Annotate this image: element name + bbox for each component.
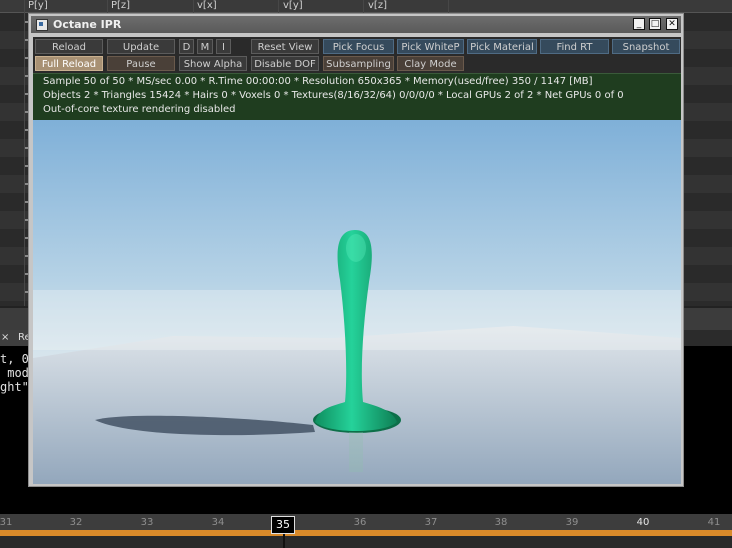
full-reload-button[interactable]: Full Reload xyxy=(35,56,103,71)
console-line: mod xyxy=(0,366,29,380)
i-button[interactable]: I xyxy=(216,39,231,54)
render-status-panel: Sample 50 of 50 * MS/sec 0.00 * R.Time 0… xyxy=(33,73,681,121)
pick-whitep-button[interactable]: Pick WhiteP xyxy=(397,39,464,54)
frame-label: 36 xyxy=(353,517,367,528)
current-frame-indicator[interactable]: 35 xyxy=(271,516,295,534)
find-rt-button[interactable]: Find RT xyxy=(540,39,609,54)
timeline-cursor[interactable] xyxy=(283,534,285,548)
column-header-py[interactable]: P[y] xyxy=(28,0,48,11)
window-title: Octane IPR xyxy=(53,18,122,31)
app-icon xyxy=(36,19,48,31)
reset-view-button[interactable]: Reset View xyxy=(251,39,319,54)
column-header-vy[interactable]: v[y] xyxy=(283,0,303,11)
status-line-objects: Objects 2 * Triangles 15424 * Hairs 0 * … xyxy=(43,90,624,101)
maximize-icon[interactable]: □ xyxy=(649,18,661,30)
frame-label: 31 xyxy=(0,517,13,528)
render-image xyxy=(33,120,681,484)
timeline[interactable]: 31 32 33 34 36 37 38 39 40 41 35 xyxy=(0,514,732,548)
close-icon[interactable]: ✕ xyxy=(666,18,678,30)
column-header-pz[interactable]: P[z] xyxy=(111,0,130,11)
subsampling-button[interactable]: Subsampling xyxy=(323,56,394,71)
d-button[interactable]: D xyxy=(179,39,194,54)
frame-label: 32 xyxy=(69,517,83,528)
column-header-vz[interactable]: v[z] xyxy=(368,0,387,11)
minimize-icon[interactable]: _ xyxy=(633,18,645,30)
show-alpha-button[interactable]: Show Alpha xyxy=(179,56,247,71)
window-titlebar[interactable]: Octane IPR _ □ ✕ xyxy=(31,16,681,33)
frame-label: 38 xyxy=(494,517,508,528)
clay-mode-button[interactable]: Clay Mode xyxy=(397,56,464,71)
render-viewport[interactable] xyxy=(33,120,681,484)
frame-label: 40 xyxy=(636,517,650,528)
status-line-texture: Out-of-core texture rendering disabled xyxy=(43,104,236,115)
console-line: ght" xyxy=(0,380,29,394)
column-header-vx[interactable]: v[x] xyxy=(197,0,217,11)
m-button[interactable]: M xyxy=(197,39,213,54)
pause-button[interactable]: Pause xyxy=(107,56,175,71)
timeline-range-bar[interactable] xyxy=(0,530,732,536)
status-line-sample: Sample 50 of 50 * MS/sec 0.00 * R.Time 0… xyxy=(43,76,593,87)
frame-label: 37 xyxy=(424,517,438,528)
update-button[interactable]: Update xyxy=(107,39,175,54)
frame-label: 41 xyxy=(707,517,721,528)
tab-close-icon[interactable]: × xyxy=(1,332,9,343)
octane-ipr-window: Octane IPR _ □ ✕ Reload Update D M I Res… xyxy=(28,13,684,487)
frame-label: 34 xyxy=(211,517,225,528)
frame-label: 33 xyxy=(140,517,154,528)
spreadsheet-header: P[y] P[z] v[x] v[y] v[z] xyxy=(0,0,732,13)
ipr-toolbar: Reload Update D M I Reset View Pick Focu… xyxy=(33,37,681,73)
pick-focus-button[interactable]: Pick Focus xyxy=(323,39,394,54)
console-line: t, 0 xyxy=(0,352,29,366)
disable-dof-button[interactable]: Disable DOF xyxy=(251,56,319,71)
frame-label: 39 xyxy=(565,517,579,528)
pick-material-button[interactable]: Pick Material xyxy=(467,39,537,54)
reload-button[interactable]: Reload xyxy=(35,39,103,54)
snapshot-button[interactable]: Snapshot xyxy=(612,39,680,54)
